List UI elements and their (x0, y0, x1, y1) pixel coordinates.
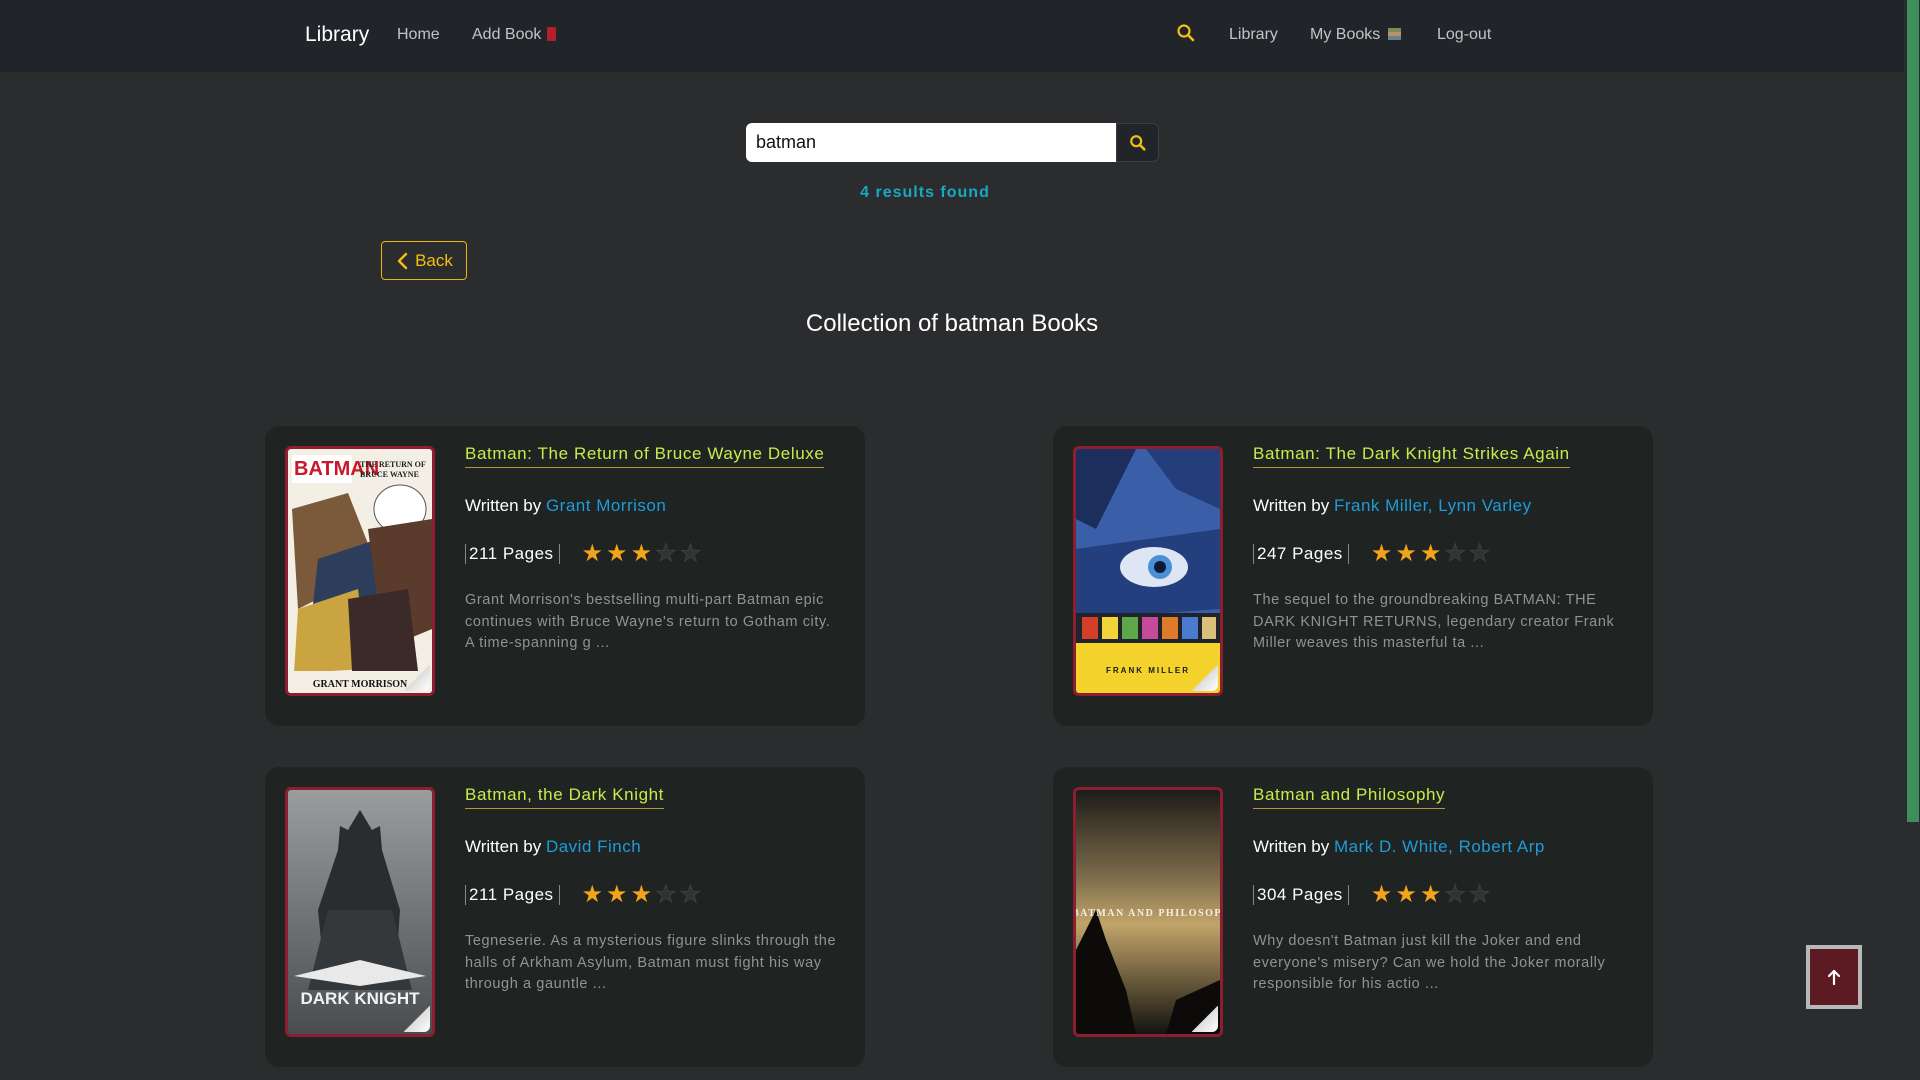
book-title-link[interactable]: Batman, the Dark Knight (465, 785, 665, 809)
rating-stars: ★ ★ ★ ★ ★ (581, 540, 702, 567)
arrow-up-icon (1827, 969, 1841, 986)
nav-search-icon[interactable] (1176, 0, 1196, 72)
nav-library-link[interactable]: Library (1229, 0, 1278, 72)
star-empty-icon: ★ (1444, 540, 1466, 567)
book-author-line: Written by Grant Morrison (465, 496, 666, 516)
page-curl (1192, 1006, 1218, 1032)
author-link[interactable]: Grant Morrison (546, 496, 666, 515)
top-navbar: Library Home Add Book Library My Books L… (0, 0, 1904, 72)
book-cover[interactable]: FRANK MILLER (1073, 446, 1223, 696)
page-count: 247 Pages (1253, 544, 1349, 564)
results-count: 4 results found (860, 184, 990, 201)
author-link[interactable]: Frank Miller, Lynn Varley (1334, 496, 1532, 515)
cover-title-text: BATMAN AND PHILOSOPHY (1076, 908, 1220, 919)
page-title: Collection of batman Books (805, 310, 1099, 337)
book-meta: 211 Pages ★ ★ ★ ★ ★ (465, 881, 702, 908)
written-by-label: Written by (1253, 496, 1330, 515)
nav-my-books-label: My Books (1310, 26, 1381, 43)
star-filled-icon: ★ (1395, 540, 1417, 567)
book-description: Grant Morrison's bestselling multi-part … (465, 592, 831, 651)
book-author-line: Written by Mark D. White, Robert Arp (1253, 837, 1545, 857)
page-curl (1192, 665, 1218, 691)
back-button[interactable]: Back (381, 241, 467, 280)
cover-title-text: DARK KNIGHT (301, 989, 421, 1008)
author-link[interactable]: David Finch (546, 837, 641, 856)
book-meta: 211 Pages ★ ★ ★ ★ ★ (465, 540, 702, 567)
nav-add-book-label: Add Book (472, 26, 542, 43)
book-title-link[interactable]: Batman: The Dark Knight Strikes Again (1253, 444, 1570, 468)
book-card: FRANK MILLER Batman: The Dark Knight Str… (1053, 426, 1653, 726)
book-description: Tegneserie. As a mysterious figure slink… (465, 933, 837, 992)
brand-link[interactable]: Library (305, 0, 369, 72)
star-empty-icon: ★ (679, 540, 702, 567)
book-title-link[interactable]: Batman and Philosophy (1253, 785, 1446, 809)
svg-text:BRUCE WAYNE: BRUCE WAYNE (360, 470, 419, 479)
search-button[interactable] (1116, 123, 1159, 162)
cover-author-text: GRANT MORRISON (313, 679, 408, 690)
svg-text:THE RETURN OF: THE RETURN OF (360, 460, 426, 469)
book-card: BATMAN THE RETURN OF BRUCE WAYNE GRANT M… (265, 426, 865, 726)
star-empty-icon: ★ (655, 540, 677, 567)
nav-home-link[interactable]: Home (397, 0, 440, 72)
book-meta: 247 Pages ★ ★ ★ ★ ★ (1253, 540, 1491, 567)
book-cover[interactable]: BATMAN THE RETURN OF BRUCE WAYNE GRANT M… (285, 446, 435, 696)
book-author-line: Written by David Finch (465, 837, 641, 857)
star-filled-icon: ★ (606, 881, 628, 908)
star-empty-icon: ★ (1444, 881, 1466, 908)
nav-add-book-link[interactable]: Add Book (472, 0, 557, 72)
book-title-link[interactable]: Batman: The Return of Bruce Wayne Deluxe (465, 444, 825, 468)
star-filled-icon: ★ (630, 881, 653, 908)
star-filled-icon: ★ (630, 540, 653, 567)
page-count: 304 Pages (1253, 885, 1349, 905)
star-filled-icon: ★ (581, 540, 604, 567)
search-input[interactable] (746, 123, 1116, 162)
star-empty-icon: ★ (655, 881, 677, 908)
book-meta: 304 Pages ★ ★ ★ ★ ★ (1253, 881, 1491, 908)
rating-stars: ★ ★ ★ ★ ★ (1370, 881, 1491, 908)
scrollbar-thumb[interactable] (1907, 0, 1919, 822)
page-count: 211 Pages (465, 885, 560, 905)
book-author-line: Written by Frank Miller, Lynn Varley (1253, 496, 1532, 516)
nav-my-books-link[interactable]: My Books (1310, 0, 1402, 72)
books-stack-icon (1388, 28, 1402, 40)
star-filled-icon: ★ (1419, 881, 1442, 908)
star-filled-icon: ★ (581, 881, 604, 908)
nav-logout-link[interactable]: Log-out (1437, 0, 1491, 72)
back-button-label: Back (415, 250, 453, 270)
search-icon (1129, 134, 1146, 151)
page-scrollbar[interactable] (1904, 0, 1920, 1080)
book-card: BATMAN AND PHILOSOPHY Batman and Philoso… (1053, 767, 1653, 1067)
book-description: Why doesn't Batman just kill the Joker a… (1253, 933, 1606, 992)
written-by-label: Written by (465, 496, 542, 515)
author-link[interactable]: Mark D. White, Robert Arp (1334, 837, 1545, 856)
rating-stars: ★ ★ ★ ★ ★ (1370, 540, 1491, 567)
chevron-left-icon (397, 252, 408, 269)
star-filled-icon: ★ (1395, 881, 1417, 908)
star-empty-icon: ★ (679, 881, 702, 908)
page-count: 211 Pages (465, 544, 560, 564)
rating-stars: ★ ★ ★ ★ ★ (581, 881, 702, 908)
page-curl (404, 1006, 430, 1032)
search-bar (746, 123, 1159, 162)
book-description: The sequel to the groundbreaking BATMAN:… (1253, 592, 1615, 651)
star-filled-icon: ★ (606, 540, 628, 567)
red-book-icon (547, 27, 557, 41)
book-cover[interactable]: BATMAN AND PHILOSOPHY (1073, 787, 1223, 1037)
star-filled-icon: ★ (1370, 540, 1393, 567)
cover-author-text: FRANK MILLER (1106, 666, 1190, 675)
page-curl (404, 665, 430, 691)
star-filled-icon: ★ (1419, 540, 1442, 567)
book-cover[interactable]: DARK KNIGHT (285, 787, 435, 1037)
star-empty-icon: ★ (1468, 881, 1491, 908)
star-filled-icon: ★ (1370, 881, 1393, 908)
written-by-label: Written by (465, 837, 542, 856)
written-by-label: Written by (1253, 837, 1330, 856)
back-to-top-button[interactable] (1806, 945, 1862, 1009)
book-card: DARK KNIGHT Batman, the Dark Knight Writ… (265, 767, 865, 1067)
star-empty-icon: ★ (1468, 540, 1491, 567)
